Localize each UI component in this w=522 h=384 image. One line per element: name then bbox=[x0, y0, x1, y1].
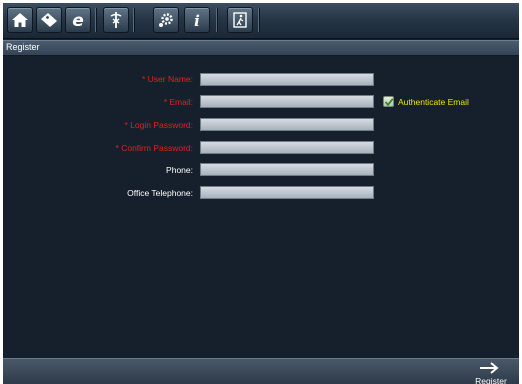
app-window: e i Register * User Name: * Email: Authe… bbox=[3, 3, 519, 384]
home-button[interactable] bbox=[7, 7, 33, 33]
exit-door-icon bbox=[233, 12, 247, 28]
email-field[interactable] bbox=[200, 95, 374, 108]
top-toolbar: e i bbox=[3, 3, 519, 39]
section-header: Register bbox=[3, 40, 519, 56]
info-icon: i bbox=[194, 12, 200, 30]
exit-button[interactable] bbox=[227, 7, 253, 33]
authenticate-email-label[interactable]: Authenticate Email bbox=[398, 97, 469, 107]
svg-text:e: e bbox=[72, 11, 84, 30]
section-title: Register bbox=[6, 42, 40, 52]
email-label: * Email: bbox=[163, 97, 193, 107]
user-name-field[interactable] bbox=[200, 73, 374, 86]
toolbar-separator bbox=[95, 8, 96, 32]
toolbar-separator bbox=[258, 8, 259, 32]
info-button[interactable]: i bbox=[184, 7, 210, 33]
svg-text:i: i bbox=[194, 12, 200, 30]
toolbar-separator bbox=[133, 8, 134, 32]
register-button[interactable]: Register bbox=[465, 361, 517, 384]
office-telephone-field[interactable] bbox=[200, 186, 374, 199]
settings-gear-icon bbox=[159, 13, 173, 27]
tag-icon bbox=[41, 13, 57, 27]
home-icon bbox=[12, 13, 28, 27]
user-name-label: * User Name: bbox=[141, 74, 193, 84]
phone-label: Phone: bbox=[166, 165, 193, 175]
tag-button[interactable] bbox=[36, 7, 62, 33]
medical-button[interactable] bbox=[103, 7, 129, 33]
register-label: Register bbox=[475, 376, 507, 384]
login-password-label: * Login Password: bbox=[124, 120, 193, 130]
browser-e-icon: e bbox=[72, 11, 84, 30]
office-telephone-label: Office Telephone: bbox=[127, 188, 193, 198]
login-password-field[interactable] bbox=[200, 118, 374, 131]
authenticate-email-checkbox[interactable] bbox=[383, 96, 394, 107]
caduceus-icon bbox=[110, 12, 122, 28]
toolbar-separator bbox=[216, 8, 217, 32]
browser-button[interactable]: e bbox=[65, 7, 91, 33]
arrow-right-icon bbox=[480, 362, 499, 374]
confirm-password-label: * Confirm Password: bbox=[115, 143, 193, 153]
phone-field[interactable] bbox=[200, 163, 374, 176]
footer-bar: Register bbox=[3, 358, 519, 384]
settings-button[interactable] bbox=[153, 7, 179, 33]
checkmark-icon bbox=[384, 98, 394, 107]
confirm-password-field[interactable] bbox=[200, 141, 374, 154]
